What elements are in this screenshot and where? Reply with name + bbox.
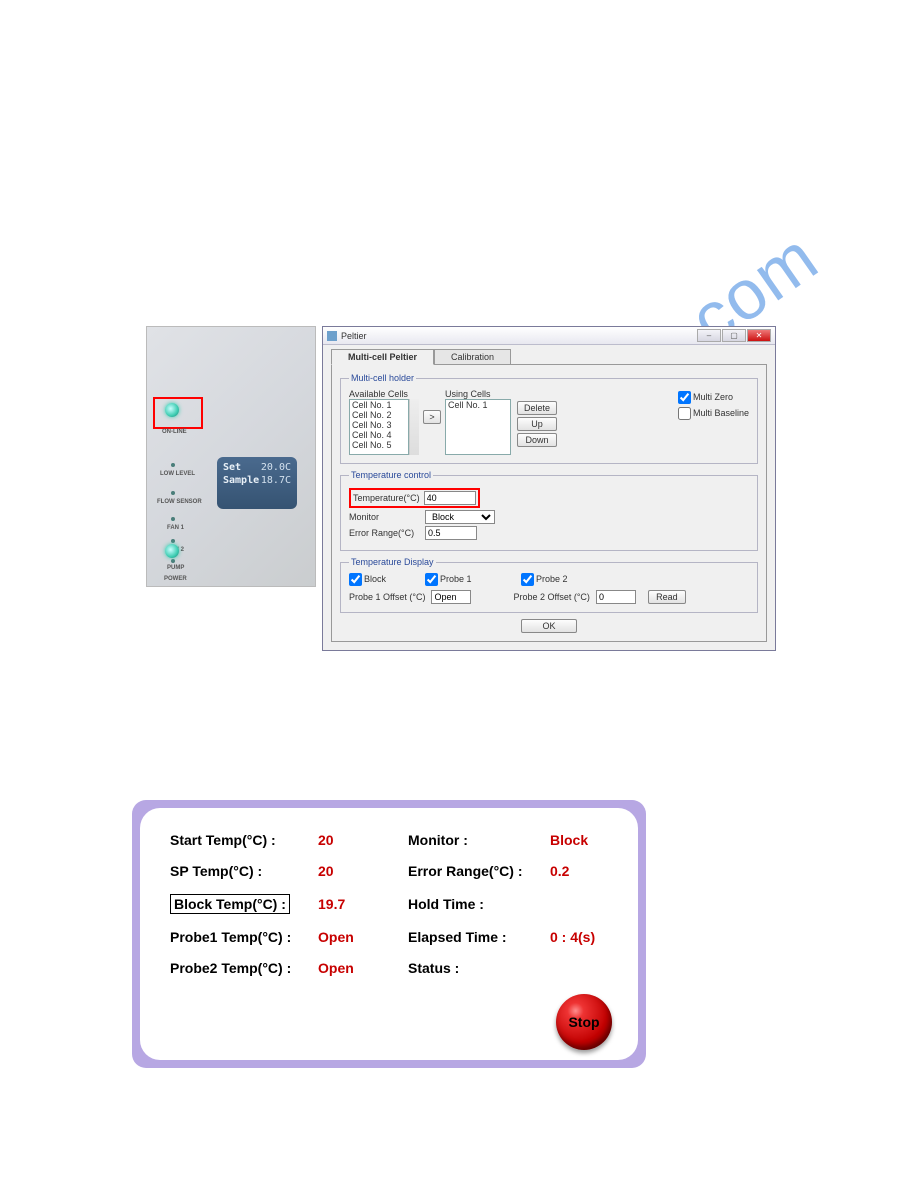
lcd-screen: Set 20.0C Sample18.7C — [217, 457, 297, 509]
label-lowlevel: LOW LEVEL — [160, 471, 195, 477]
move-right-button[interactable]: > — [423, 410, 441, 424]
lcd-set-label: Set — [223, 462, 241, 473]
stop-button[interactable]: Stop — [556, 994, 612, 1050]
sp-temp-value: 20 — [318, 863, 374, 879]
multicell-holder-legend: Multi-cell holder — [349, 373, 416, 383]
power-led-icon — [165, 544, 179, 558]
label-fan1: FAN 1 — [167, 525, 184, 531]
list-item[interactable]: Cell No. 5 — [350, 440, 408, 450]
lcd-sample-label: Sample — [223, 475, 259, 486]
tab-calibration[interactable]: Calibration — [434, 349, 511, 365]
probe2-temp-value: Open — [318, 960, 374, 976]
temperature-highlight-box: Temperature(°C) — [349, 488, 480, 508]
probe1-temp-label: Probe1 Temp(°C) : — [170, 929, 318, 945]
multi-baseline-checkbox[interactable]: Multi Baseline — [678, 407, 749, 420]
using-cells-listbox[interactable]: Cell No. 1 — [445, 399, 511, 455]
label-flowsensor: FLOW SENSOR — [157, 499, 202, 505]
online-led-icon — [165, 403, 179, 417]
status-panel: Start Temp(°C) : 20 Monitor : Block SP T… — [132, 800, 646, 1068]
peltier-window: Peltier – ▢ ✕ Multi-cell Peltier Calibra… — [322, 326, 776, 651]
start-temp-value: 20 — [318, 832, 374, 848]
temperature-label: Temperature(°C) — [353, 493, 420, 503]
close-button[interactable]: ✕ — [747, 329, 771, 342]
temperature-control-group: Temperature control Temperature(°C) Moni… — [340, 470, 758, 551]
list-item[interactable]: Cell No. 4 — [350, 430, 408, 440]
error-range-input[interactable] — [425, 526, 477, 540]
lcd-sample-value: 18.7C — [261, 475, 291, 486]
hold-time-label: Hold Time : — [408, 896, 550, 912]
probe2-checkbox[interactable]: Probe 2 — [521, 573, 568, 586]
available-cells-label: Available Cells — [349, 389, 408, 399]
list-item[interactable]: Cell No. 1 — [446, 400, 510, 410]
error-range-label: Error Range(°C) : — [408, 863, 550, 879]
temperature-input[interactable] — [424, 491, 476, 505]
lcd-set-value: 20.0C — [261, 462, 291, 473]
probe1-offset-input[interactable] — [431, 590, 471, 604]
top-row: ON-LINE LOW LEVEL FLOW SENSOR FAN 1 FAN … — [146, 326, 776, 651]
minimize-button[interactable]: – — [697, 329, 721, 342]
sp-temp-label: SP Temp(°C) : — [170, 863, 318, 879]
monitor-label: Monitor : — [408, 832, 550, 848]
probe2-offset-input[interactable] — [596, 590, 636, 604]
tab-multicell-peltier[interactable]: Multi-cell Peltier — [331, 349, 434, 365]
multicell-holder-group: Multi-cell holder Available Cells Cell N… — [340, 373, 758, 464]
using-cells-label: Using Cells — [445, 389, 491, 399]
elapsed-time-value: 0 : 4(s) — [550, 929, 606, 945]
elapsed-time-label: Elapsed Time : — [408, 929, 550, 945]
start-temp-label: Start Temp(°C) : — [170, 832, 318, 848]
temperature-display-legend: Temperature Display — [349, 557, 436, 567]
maximize-button[interactable]: ▢ — [722, 329, 746, 342]
error-range-value: 0.2 — [550, 863, 606, 879]
fan1-led-icon — [171, 517, 175, 521]
list-item[interactable]: Cell No. 2 — [350, 410, 408, 420]
multi-zero-checkbox[interactable]: Multi Zero — [678, 391, 733, 404]
app-icon — [327, 331, 337, 341]
probe1-temp-value: Open — [318, 929, 374, 945]
monitor-value: Block — [550, 832, 606, 848]
block-temp-value: 19.7 — [318, 896, 374, 912]
monitor-select[interactable]: Block — [425, 510, 495, 524]
temperature-control-legend: Temperature control — [349, 470, 433, 480]
fan2-led-icon — [171, 539, 175, 543]
monitor-label: Monitor — [349, 512, 421, 522]
read-button[interactable]: Read — [648, 590, 686, 604]
block-checkbox[interactable]: Block — [349, 573, 419, 586]
probe1-checkbox[interactable]: Probe 1 — [425, 573, 515, 586]
probe2-temp-label: Probe2 Temp(°C) : — [170, 960, 318, 976]
scrollbar-icon[interactable] — [409, 399, 419, 455]
label-pump: PUMP — [167, 565, 184, 571]
temperature-display-group: Temperature Display Block Probe 1 Probe … — [340, 557, 758, 613]
block-temp-label: Block Temp(°C) : — [170, 894, 318, 914]
up-button[interactable]: Up — [517, 417, 557, 431]
label-power: POWER — [164, 576, 187, 582]
list-item[interactable]: Cell No. 1 — [350, 400, 408, 410]
probe1-offset-label: Probe 1 Offset (°C) — [349, 592, 425, 602]
titlebar: Peltier – ▢ ✕ — [323, 327, 775, 345]
label-online: ON-LINE — [162, 429, 187, 435]
list-item[interactable]: Cell No. 3 — [350, 420, 408, 430]
status-label: Status : — [408, 960, 550, 976]
probe2-offset-label: Probe 2 Offset (°C) — [513, 592, 589, 602]
lowlevel-led-icon — [171, 463, 175, 467]
pump-led-icon — [171, 559, 175, 563]
flowsensor-led-icon — [171, 491, 175, 495]
error-range-label: Error Range(°C) — [349, 528, 421, 538]
available-cells-listbox[interactable]: Cell No. 1 Cell No. 2 Cell No. 3 Cell No… — [349, 399, 409, 455]
ok-button[interactable]: OK — [521, 619, 577, 633]
window-title: Peltier — [341, 331, 367, 341]
hardware-photo: ON-LINE LOW LEVEL FLOW SENSOR FAN 1 FAN … — [146, 326, 316, 587]
down-button[interactable]: Down — [517, 433, 557, 447]
delete-button[interactable]: Delete — [517, 401, 557, 415]
